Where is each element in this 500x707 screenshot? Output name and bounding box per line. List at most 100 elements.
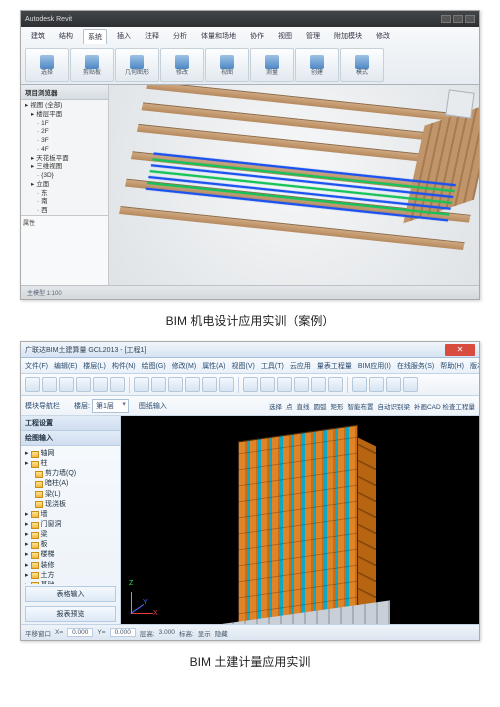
tree-node[interactable]: 暗柱(A)	[25, 479, 116, 489]
tree-node[interactable]: ▸板	[25, 540, 116, 550]
tree-node[interactable]: 剪力墙(Q)	[25, 469, 116, 479]
tree-node[interactable]: ·2F	[23, 128, 106, 137]
tree-node[interactable]: ▸楼梯	[25, 550, 116, 560]
tool-text-button[interactable]: 圆弧	[313, 401, 326, 411]
ribbon-panel[interactable]: 选择	[25, 48, 69, 82]
menu-item[interactable]: 在线服务(S)	[397, 361, 434, 371]
toolbar-button[interactable]	[352, 377, 367, 392]
tool-text-button[interactable]: 自动识别梁	[377, 401, 410, 411]
tree-node[interactable]: ▸柱	[25, 459, 116, 469]
toolbar-button[interactable]	[151, 377, 166, 392]
menu-item[interactable]: 属性(A)	[202, 361, 225, 371]
table-input-button[interactable]: 表格输入	[25, 586, 116, 602]
menu-item[interactable]: 修改(M)	[172, 361, 197, 371]
toolbar-button[interactable]	[93, 377, 108, 392]
tree-node[interactable]: ·东	[23, 190, 106, 199]
toolbar-button[interactable]	[110, 377, 125, 392]
close-button[interactable]	[465, 15, 475, 23]
tree-node[interactable]: ▸立面	[23, 181, 106, 190]
glodon-3d-viewport[interactable]: X Z Y	[121, 416, 479, 624]
tool-text-button[interactable]: 点	[286, 401, 293, 411]
ribbon-panel[interactable]: 修改	[160, 48, 204, 82]
tool-text-button[interactable]: 智能布置	[347, 401, 373, 411]
toolbar-button[interactable]	[311, 377, 326, 392]
maximize-button[interactable]	[453, 15, 463, 23]
toolbar-button[interactable]	[328, 377, 343, 392]
floor-dropdown[interactable]: 第1层	[92, 399, 129, 413]
toolbar-button[interactable]	[76, 377, 91, 392]
tool-text-button[interactable]: 选择	[269, 401, 282, 411]
ribbon-tab[interactable]: 插入	[113, 29, 135, 44]
ribbon-panel[interactable]: 模式	[340, 48, 384, 82]
ribbon-tab[interactable]: 管理	[302, 29, 324, 44]
toolbar-button[interactable]	[403, 377, 418, 392]
tree-node[interactable]: ·{3D}	[23, 172, 106, 181]
tree-node[interactable]: ·3F	[23, 137, 106, 146]
toolbar-button[interactable]	[59, 377, 74, 392]
menu-item[interactable]: 楼层(L)	[83, 361, 106, 371]
tree-node[interactable]: 现浇板	[25, 500, 116, 510]
tool-text-button[interactable]: 直线	[296, 401, 309, 411]
toolbar-button[interactable]	[369, 377, 384, 392]
tree-node[interactable]: ·4F	[23, 146, 106, 155]
viewcube-icon[interactable]	[445, 89, 474, 118]
ribbon-panel[interactable]: 几何图形	[115, 48, 159, 82]
ribbon-panel[interactable]: 视图	[205, 48, 249, 82]
revit-3d-viewport[interactable]	[109, 85, 479, 285]
menu-item[interactable]: 构件(N)	[112, 361, 136, 371]
tool-text-button[interactable]: 补画CAD 检查工程量	[414, 401, 475, 411]
menu-item[interactable]: 编辑(E)	[54, 361, 77, 371]
tree-node[interactable]: ▸三维视图	[23, 163, 106, 172]
tree-node[interactable]: 梁(L)	[25, 490, 116, 500]
tree-node[interactable]: ▸基础	[25, 581, 116, 584]
toolbar-button[interactable]	[185, 377, 200, 392]
tree-node[interactable]: ▸土方	[25, 571, 116, 581]
tree-node[interactable]: ▸轴网	[25, 449, 116, 459]
report-preview-button[interactable]: 报表预览	[25, 606, 116, 622]
menu-item[interactable]: 绘图(G)	[142, 361, 166, 371]
ribbon-panel[interactable]: 测量	[250, 48, 294, 82]
section-proj-setup[interactable]: 工程设置	[21, 416, 120, 431]
tree-node[interactable]: ▸视图 (全部)	[23, 102, 106, 111]
tree-node[interactable]: ▸楼层平面	[23, 111, 106, 120]
toolbar-button[interactable]	[294, 377, 309, 392]
menu-item[interactable]: 视图(V)	[232, 361, 255, 371]
menu-item[interactable]: 文件(F)	[25, 361, 48, 371]
toolbar-button[interactable]	[134, 377, 149, 392]
ribbon-tab[interactable]: 修改	[372, 29, 394, 44]
ribbon-tab[interactable]: 体量和场地	[197, 29, 240, 44]
toolbar-button[interactable]	[168, 377, 183, 392]
tree-node[interactable]: ·西	[23, 207, 106, 215]
tool-text-button[interactable]: 矩形	[330, 401, 343, 411]
ribbon-tab[interactable]: 附加模块	[330, 29, 366, 44]
minimize-button[interactable]	[441, 15, 451, 23]
toolbar-button[interactable]	[260, 377, 275, 392]
close-button[interactable]: ✕	[445, 344, 475, 356]
toolbar-button[interactable]	[277, 377, 292, 392]
menu-item[interactable]: 版本号(B)	[470, 361, 480, 371]
menu-item[interactable]: 量表工程量	[317, 361, 352, 371]
toolbar-button[interactable]	[243, 377, 258, 392]
ribbon-tab[interactable]: 视图	[274, 29, 296, 44]
toolbar-button[interactable]	[42, 377, 57, 392]
menu-item[interactable]: 工具(T)	[261, 361, 284, 371]
toolbar-button[interactable]	[386, 377, 401, 392]
toolbar-button[interactable]	[219, 377, 234, 392]
tree-node[interactable]: ·1F	[23, 120, 106, 129]
ribbon-tab[interactable]: 系统	[83, 29, 107, 44]
toolbar-button[interactable]	[202, 377, 217, 392]
menu-item[interactable]: BIM应用(I)	[358, 361, 391, 371]
tree-node[interactable]: ▸梁	[25, 530, 116, 540]
menu-item[interactable]: 云应用	[290, 361, 311, 371]
ribbon-tab[interactable]: 注释	[141, 29, 163, 44]
ribbon-tab[interactable]: 分析	[169, 29, 191, 44]
ribbon-tab[interactable]: 建筑	[27, 29, 49, 44]
tree-node[interactable]: ▸墙	[25, 510, 116, 520]
section-draw-input[interactable]: 绘图输入	[21, 431, 120, 446]
ribbon-panel[interactable]: 创建	[295, 48, 339, 82]
ribbon-panel[interactable]: 剪贴板	[70, 48, 114, 82]
tree-node[interactable]: ▸门窗洞	[25, 520, 116, 530]
toolbar-button[interactable]	[25, 377, 40, 392]
tree-node[interactable]: ▸装修	[25, 561, 116, 571]
menu-item[interactable]: 帮助(H)	[440, 361, 464, 371]
